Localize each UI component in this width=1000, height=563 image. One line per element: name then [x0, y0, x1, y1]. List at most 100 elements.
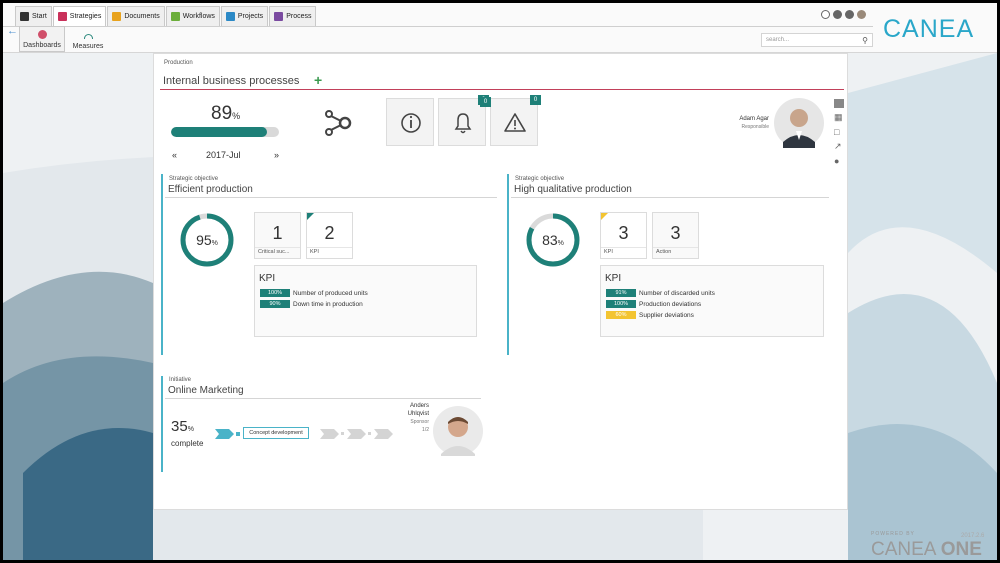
tab-label: Workflows: [182, 13, 215, 20]
canea-logo: CANEA: [883, 15, 975, 43]
subnav-label: Measures: [72, 43, 104, 50]
workflows-icon: [170, 12, 180, 21]
percent-value: 83: [542, 232, 558, 248]
tab-label: Strategies: [69, 13, 102, 20]
help-icon[interactable]: [821, 10, 830, 19]
chart-icon[interactable]: [834, 99, 844, 108]
percent-unit: %: [187, 426, 194, 433]
initiative-online-marketing[interactable]: Initiative Online Marketing 35% complete…: [161, 376, 483, 472]
projects-icon: [225, 12, 235, 21]
notifications-icon[interactable]: [833, 10, 842, 19]
avatar-responsible: [774, 98, 824, 148]
home-icon: [20, 12, 29, 21]
hierarchy-icon[interactable]: ▦: [834, 112, 844, 123]
alerts-button[interactable]: 0: [438, 95, 489, 146]
kpi-panel: KPI 91% Number of discarded units 100% P…: [600, 265, 824, 337]
tab-start[interactable]: Start: [15, 6, 52, 26]
kpi-percent-badge: 90%: [260, 300, 290, 308]
module-tabs: Start Strategies Documents Workflows Pro…: [15, 6, 317, 26]
critical-success-card[interactable]: 1 Critical suc...: [254, 212, 301, 259]
subnav-measures[interactable]: Measures: [65, 26, 111, 52]
card-label: KPI: [601, 247, 646, 256]
overall-percent: 89%: [211, 103, 240, 125]
objective-title: High qualitative production: [514, 184, 632, 195]
external-link-icon[interactable]: ↗: [834, 141, 844, 152]
sponsor-last-name: Uhlqvist: [407, 411, 429, 417]
kpi-card[interactable]: 3 KPI: [600, 212, 647, 259]
kpi-row[interactable]: 60% Supplier deviations: [606, 311, 823, 319]
add-button[interactable]: +: [314, 72, 322, 88]
dashboard-panel: Production Internal business processes +…: [153, 53, 848, 510]
user-icon[interactable]: [857, 10, 866, 19]
kpi-label: Number of produced units: [293, 289, 368, 297]
objective-divider: [511, 197, 829, 198]
objective-high-qualitative-production[interactable]: Strategic objective High qualitative pro…: [507, 174, 830, 355]
kpi-label: Number of discarded units: [639, 289, 715, 297]
kpi-label: Down time in production: [293, 300, 363, 308]
utility-icons: [821, 10, 866, 19]
initiative-divider: [165, 398, 481, 399]
subnav-divider: [3, 26, 873, 27]
percent-unit: %: [211, 240, 218, 247]
search-input[interactable]: search... ⚲: [761, 33, 873, 47]
kpi-panel-title: KPI: [605, 273, 622, 284]
kpi-panel-title: KPI: [259, 273, 276, 284]
kpi-card[interactable]: 2 KPI: [306, 212, 353, 259]
kpi-percent-badge: 91%: [606, 289, 636, 297]
tab-workflows[interactable]: Workflows: [165, 6, 220, 26]
kpi-row[interactable]: 100% Production deviations: [606, 300, 823, 308]
app-window: Start Strategies Documents Workflows Pro…: [3, 3, 997, 560]
objective-title: Efficient production: [168, 184, 253, 195]
tab-strategies[interactable]: Strategies: [52, 6, 107, 26]
sponsor-role: Sponsor: [410, 419, 429, 425]
subnav-label: Dashboards: [23, 42, 61, 49]
warning-badge: 0: [530, 95, 541, 105]
back-arrow-icon[interactable]: ←: [7, 25, 18, 37]
share-network-icon[interactable]: [322, 105, 356, 139]
initiative-percent: 35%: [171, 418, 194, 435]
card-value: 3: [670, 223, 681, 243]
period-label: 2017-Jul: [206, 150, 241, 160]
warnings-button[interactable]: 0: [490, 95, 541, 146]
tab-label: Process: [286, 13, 312, 20]
strategies-icon: [57, 12, 67, 21]
subnav-dashboards[interactable]: Dashboards: [19, 26, 65, 52]
info-badge: 0: [480, 97, 491, 107]
kpi-percent-badge: 100%: [606, 300, 636, 308]
objective-efficient-production[interactable]: Strategic objective Efficient production…: [161, 174, 498, 355]
action-card[interactable]: 3 Action: [652, 212, 699, 259]
kpi-row[interactable]: 100% Number of produced units: [260, 289, 476, 297]
info-icon: [401, 113, 421, 133]
tab-documents[interactable]: Documents: [107, 6, 165, 26]
tab-projects[interactable]: Projects: [220, 6, 269, 26]
avatar-sponsor: [433, 406, 483, 456]
current-phase[interactable]: Concept development: [243, 427, 309, 439]
people-icon[interactable]: ●: [834, 156, 844, 166]
percent-value: 89: [211, 103, 233, 124]
responsible-role: Responsible: [741, 124, 769, 130]
settings-icon[interactable]: [845, 10, 854, 19]
card-label: Critical suc...: [255, 247, 300, 256]
document-icon[interactable]: □: [834, 127, 844, 137]
kpi-label: Production deviations: [639, 300, 702, 308]
kpi-panel: KPI 100% Number of produced units 90% Do…: [254, 265, 477, 337]
kpi-row[interactable]: 91% Number of discarded units: [606, 289, 823, 297]
card-label: Action: [653, 247, 698, 256]
kpi-percent-badge: 100%: [260, 289, 290, 297]
flag-marker: [307, 213, 314, 220]
dashboard-icon: [37, 30, 47, 39]
card-value: 1: [272, 223, 283, 243]
initiative-title: Online Marketing: [168, 385, 244, 396]
kpi-row[interactable]: 90% Down time in production: [260, 300, 476, 308]
tab-process[interactable]: Process: [269, 6, 317, 26]
objective-kind: Strategic objective: [515, 176, 565, 182]
prev-period-button[interactable]: «: [172, 150, 177, 160]
objective-kind: Strategic objective: [169, 176, 219, 182]
info-button[interactable]: [386, 98, 434, 146]
responsible-name: Adam Agar: [739, 116, 769, 122]
product-suffix: ONE: [940, 539, 982, 560]
next-period-button[interactable]: »: [274, 150, 279, 160]
process-icon: [274, 12, 284, 21]
percent-value: 35: [171, 418, 188, 435]
search-icon[interactable]: ⚲: [862, 36, 868, 45]
